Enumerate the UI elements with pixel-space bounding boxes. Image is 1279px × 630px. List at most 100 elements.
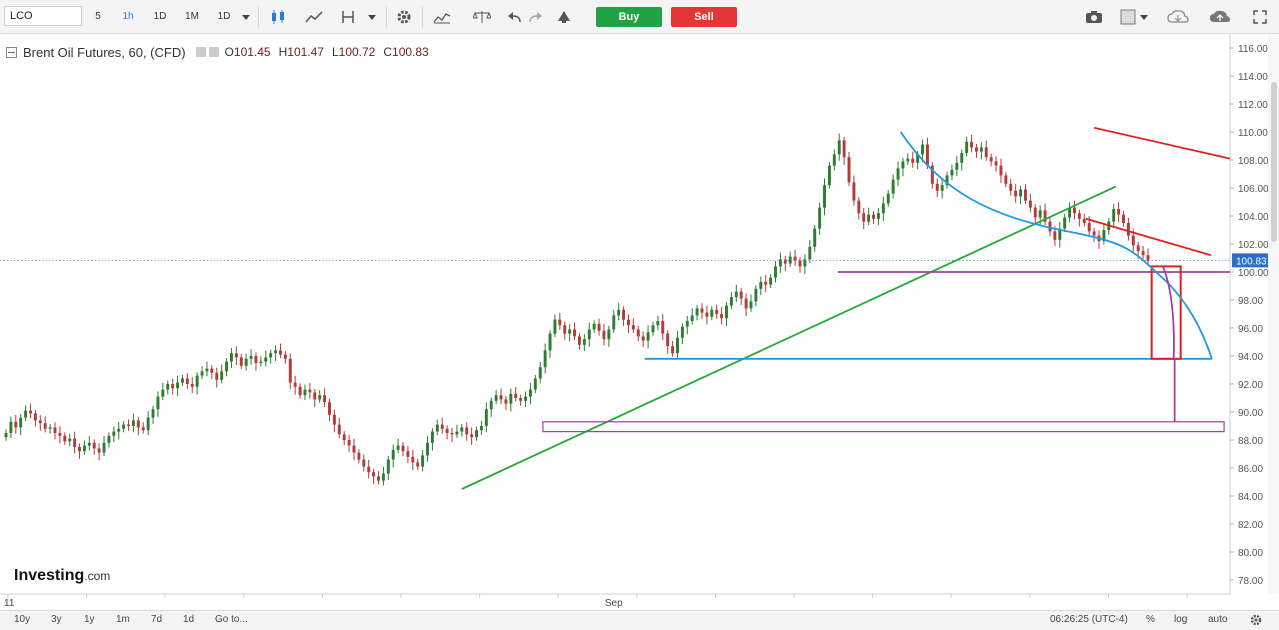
candle-body [1087, 223, 1091, 232]
fullscreen-icon[interactable] [1248, 6, 1272, 28]
candle-body [489, 400, 493, 410]
legend-collapse-icon[interactable] [6, 46, 17, 58]
undo-icon[interactable] [502, 6, 526, 28]
candle-body [852, 182, 856, 201]
bottom-gear-icon[interactable] [1250, 614, 1262, 629]
candle-body [813, 228, 817, 247]
range-10y[interactable]: 10y [14, 614, 30, 625]
candle-body [573, 329, 577, 337]
investing-logo: Investing.com [14, 567, 110, 584]
candle-body [739, 291, 743, 299]
candles-icon[interactable] [266, 6, 290, 28]
range-1d[interactable]: 1d [183, 614, 194, 625]
percent-toggle[interactable]: % [1146, 614, 1155, 625]
candle-body [548, 333, 552, 351]
legend-settings-icon[interactable] [195, 47, 206, 57]
last-price-label: 100.83 [1236, 256, 1267, 267]
line-chart-icon[interactable] [302, 6, 326, 28]
candle-body [622, 309, 626, 320]
interval-chevron-down-icon[interactable] [238, 6, 254, 28]
chart-legend: Brent Oil Futures, 60, (CFD) O 101.45 H 10… [6, 44, 429, 60]
candle-body [313, 392, 317, 400]
candle-body [82, 445, 86, 452]
candle-body [234, 353, 238, 358]
candle-body [48, 427, 52, 429]
y-tick-label: 100.00 [1238, 268, 1269, 279]
candle-body [641, 336, 645, 341]
legend-visibility-icon[interactable] [208, 47, 219, 57]
candle-body [499, 395, 503, 400]
candle-body [279, 350, 282, 355]
candle-body [646, 332, 650, 341]
range-3y[interactable]: 3y [51, 614, 62, 625]
range-7d[interactable]: 7d [151, 614, 162, 625]
template-chevron-down-icon[interactable] [1136, 6, 1152, 28]
candle-body [636, 329, 640, 337]
candle-body [215, 372, 219, 380]
interval-5[interactable]: 5 [86, 6, 110, 28]
alert-icon[interactable] [552, 6, 576, 28]
y-tick-label: 114.00 [1238, 72, 1268, 83]
candle-body [283, 354, 287, 359]
candle-body [725, 305, 728, 319]
candle-body [274, 350, 278, 354]
price-chart[interactable]: 78.00 80.00 82.00 84.00 86.00 88.00 90.00 92.00… [0, 34, 1279, 610]
candle-body [225, 361, 229, 372]
cloud-upload-icon[interactable] [1208, 6, 1232, 28]
candle-body [166, 384, 170, 390]
compare-scale-icon[interactable] [470, 6, 494, 28]
candle-body [102, 442, 106, 453]
sell-button[interactable]: Sell [671, 7, 737, 27]
candle-body [396, 445, 400, 450]
candle-body [857, 200, 861, 214]
candle-body [1048, 221, 1052, 232]
candle-body [538, 367, 542, 379]
candle-body [58, 433, 62, 436]
interval-1h[interactable]: 1h [114, 6, 142, 28]
candle-body [808, 246, 812, 260]
candle-body [156, 396, 160, 410]
interval-1m[interactable]: 1M [178, 6, 206, 28]
candle-body [460, 427, 464, 432]
candle-body [362, 459, 366, 467]
candle-body [146, 417, 150, 431]
gear-icon[interactable] [392, 6, 416, 28]
price-axis[interactable]: 78.00 80.00 82.00 84.00 86.00 88.00 90.00 92.00… [1230, 44, 1269, 587]
candle-body [450, 433, 454, 435]
candle-body [1004, 175, 1008, 184]
price-scrollbar-thumb[interactable] [1271, 82, 1277, 242]
drawing-chevron-down-icon[interactable] [364, 6, 380, 28]
cloud-download-icon[interactable] [1166, 6, 1190, 28]
range-1m[interactable]: 1m [116, 614, 130, 625]
candle-body [1014, 190, 1018, 197]
candle-body [582, 339, 586, 345]
candle-body [332, 414, 336, 425]
candle-body [9, 421, 13, 433]
interval-1d[interactable]: 1D [146, 6, 174, 28]
candle-body [78, 447, 81, 452]
log-toggle[interactable]: log [1174, 614, 1187, 625]
time-axis[interactable]: 11 Sep [4, 594, 1188, 609]
x-tick-label: Sep [605, 598, 623, 609]
candle-body [1033, 207, 1037, 218]
range-1y[interactable]: 1y [84, 614, 95, 625]
candle-body [372, 472, 376, 477]
candle-body [940, 185, 944, 191]
interval-1d-dropdown[interactable]: 1D [210, 6, 238, 28]
camera-icon[interactable] [1082, 6, 1106, 28]
candle-body [533, 378, 537, 390]
candle-body [352, 445, 356, 453]
buy-button[interactable]: Buy [596, 7, 662, 27]
drawing-tools-icon[interactable] [336, 6, 360, 28]
indicators-icon[interactable] [430, 6, 454, 28]
symbol-input[interactable]: LCO [4, 6, 82, 26]
auto-toggle[interactable]: auto [1208, 614, 1227, 625]
y-tick-label: 84.00 [1238, 492, 1263, 503]
candle-body [445, 428, 449, 433]
candle-body [769, 277, 773, 285]
redo-icon[interactable] [524, 6, 548, 28]
candle-body [367, 466, 371, 473]
goto-button[interactable]: Go to... [215, 614, 248, 625]
candle-body [151, 409, 155, 418]
candle-body [950, 169, 954, 176]
